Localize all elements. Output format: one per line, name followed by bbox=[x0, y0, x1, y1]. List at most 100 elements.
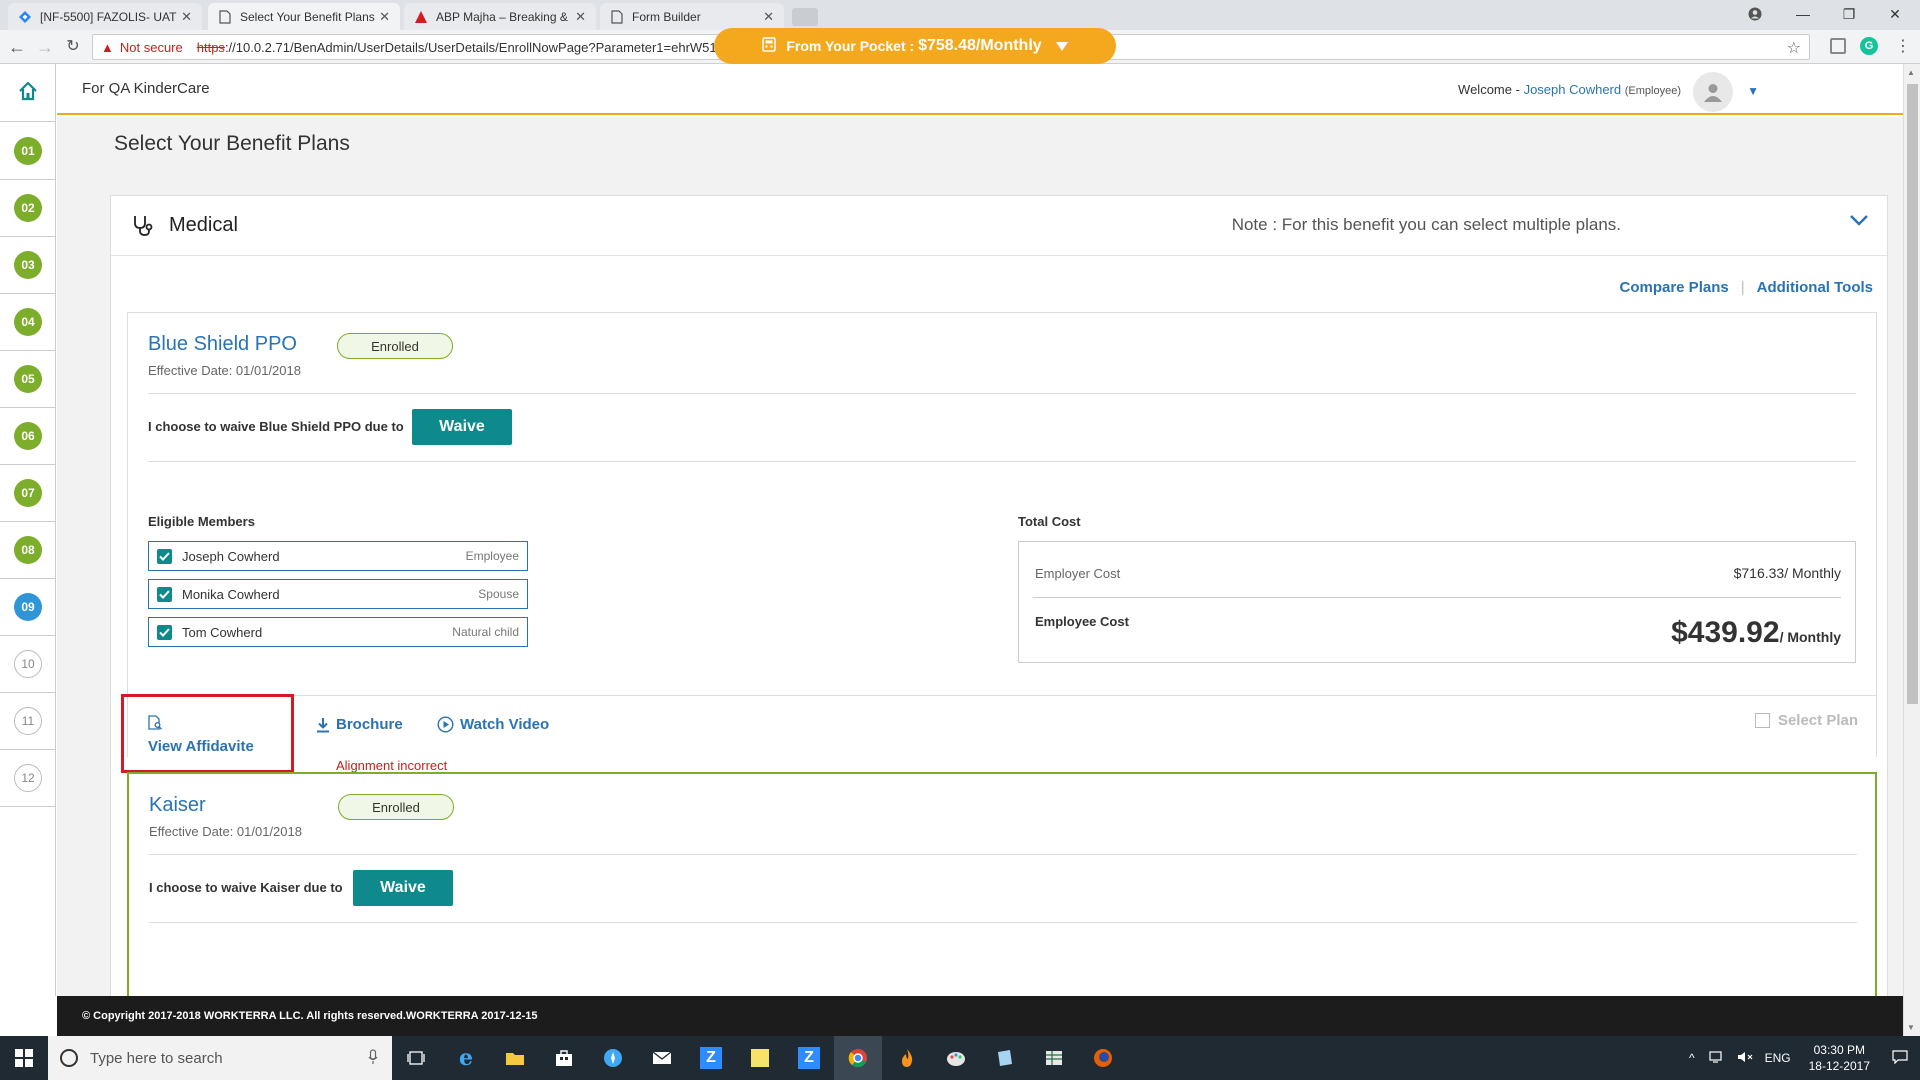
scroll-down-icon[interactable]: ▼ bbox=[1907, 1023, 1915, 1032]
browser-tab-benefit-plans[interactable]: Select Your Benefit Plans ✕ bbox=[208, 3, 400, 30]
zoom-z-icon[interactable]: Z bbox=[785, 1036, 833, 1080]
step-04[interactable]: 04 bbox=[0, 294, 56, 351]
welcome-label: Welcome - bbox=[1458, 82, 1520, 97]
chevron-down-icon[interactable] bbox=[1849, 214, 1869, 229]
close-icon[interactable]: ✕ bbox=[763, 9, 774, 25]
cost-box: Employer Cost $716.33/ Monthly Employee … bbox=[1018, 541, 1856, 663]
bookmark-star-icon[interactable]: ☆ bbox=[1787, 38, 1801, 58]
minimize-icon[interactable]: — bbox=[1780, 0, 1826, 28]
mail-icon[interactable] bbox=[638, 1036, 686, 1080]
view-affidavit-link[interactable]: View Affidavite bbox=[148, 738, 254, 755]
additional-tools-link[interactable]: Additional Tools bbox=[1757, 279, 1873, 296]
browser-tab-abp-majha[interactable]: ABP Majha – Breaking & ✕ bbox=[404, 3, 596, 30]
employer-cost-value: $716.33/ Monthly bbox=[1733, 565, 1841, 581]
start-button[interactable] bbox=[0, 1036, 48, 1080]
member-row[interactable]: Monika Cowherd Spouse bbox=[148, 579, 528, 609]
volume-mute-icon[interactable] bbox=[1737, 1051, 1753, 1066]
step-12[interactable]: 12 bbox=[0, 750, 56, 807]
browser-tab-form-builder[interactable]: Form Builder ✕ bbox=[600, 3, 784, 30]
new-tab-button[interactable] bbox=[792, 8, 818, 26]
store-icon[interactable] bbox=[540, 1036, 588, 1080]
step-01[interactable]: 01 bbox=[0, 123, 56, 180]
watch-video-link[interactable]: Watch Video bbox=[437, 716, 549, 733]
benefit-header[interactable]: Medical Note : For this benefit you can … bbox=[111, 196, 1887, 256]
checkbox-checked-icon[interactable] bbox=[157, 548, 172, 564]
reload-icon[interactable]: ↻ bbox=[62, 36, 84, 58]
user-name-link[interactable]: Joseph Cowherd bbox=[1524, 82, 1622, 97]
checkbox-checked-icon[interactable] bbox=[157, 624, 172, 640]
checkbox-checked-icon[interactable] bbox=[157, 586, 172, 602]
taskbar-search[interactable]: Type here to search bbox=[48, 1036, 392, 1080]
scroll-up-icon[interactable]: ▲ bbox=[1907, 68, 1915, 77]
sticky-notes-icon[interactable] bbox=[736, 1036, 784, 1080]
language-indicator[interactable]: ENG bbox=[1765, 1051, 1791, 1065]
avatar[interactable] bbox=[1693, 72, 1733, 112]
safari-compass-icon[interactable] bbox=[589, 1036, 637, 1080]
step-11[interactable]: 11 bbox=[0, 693, 56, 750]
spreadsheet-icon[interactable] bbox=[1030, 1036, 1078, 1080]
extension-icon[interactable] bbox=[1830, 38, 1846, 54]
restore-icon[interactable]: ❐ bbox=[1826, 0, 1872, 28]
pocket-cost-pill[interactable]: From Your Pocket : $758.48/Monthly bbox=[714, 28, 1116, 64]
waive-button[interactable]: Waive bbox=[412, 409, 512, 445]
member-row[interactable]: Joseph Cowherd Employee bbox=[148, 541, 528, 571]
chevron-up-icon[interactable]: ^ bbox=[1689, 1051, 1695, 1065]
step-02[interactable]: 02 bbox=[0, 180, 56, 237]
step-08[interactable]: 08 bbox=[0, 522, 56, 579]
microphone-icon[interactable] bbox=[368, 1049, 378, 1069]
window-close-icon[interactable]: ✕ bbox=[1872, 0, 1918, 28]
step-03[interactable]: 03 bbox=[0, 237, 56, 294]
profile-icon[interactable] bbox=[1732, 0, 1778, 28]
notepad-icon[interactable] bbox=[981, 1036, 1029, 1080]
checkbox-unchecked-icon[interactable] bbox=[1754, 713, 1770, 728]
paint-icon[interactable] bbox=[932, 1036, 980, 1080]
windows-taskbar: Type here to search e Z Z ^ ENG 03:30 PM… bbox=[0, 1036, 1920, 1080]
firefox-icon[interactable] bbox=[1079, 1036, 1127, 1080]
file-explorer-icon[interactable] bbox=[491, 1036, 539, 1080]
status-badge: Enrolled bbox=[337, 333, 453, 359]
chevron-down-icon[interactable]: ▼ bbox=[1747, 84, 1759, 98]
caret-down-icon bbox=[1055, 38, 1068, 54]
clock-time: 03:30 PM bbox=[1813, 1043, 1865, 1057]
step-number: 08 bbox=[14, 536, 42, 564]
flame-app-icon[interactable] bbox=[883, 1036, 931, 1080]
task-view-icon[interactable] bbox=[392, 1036, 440, 1080]
plan-name[interactable]: Blue Shield PPO bbox=[148, 333, 297, 356]
tab-label: Select Your Benefit Plans bbox=[240, 9, 375, 24]
step-07[interactable]: 07 bbox=[0, 465, 56, 522]
close-icon[interactable]: ✕ bbox=[181, 9, 192, 25]
play-circle-icon bbox=[437, 716, 454, 733]
step-05[interactable]: 05 bbox=[0, 351, 56, 408]
home-button[interactable] bbox=[0, 64, 56, 122]
step-09[interactable]: 09 bbox=[0, 579, 56, 636]
close-icon[interactable]: ✕ bbox=[379, 9, 390, 25]
step-number: 10 bbox=[14, 650, 42, 678]
plan-name[interactable]: Kaiser bbox=[149, 794, 206, 817]
back-arrow-icon[interactable]: ← bbox=[6, 36, 28, 58]
menu-dots-icon[interactable]: ⋮ bbox=[1895, 36, 1911, 56]
network-icon[interactable] bbox=[1708, 1050, 1725, 1066]
benefit-note: Note : For this benefit you can select m… bbox=[1231, 215, 1621, 234]
brochure-link[interactable]: Brochure bbox=[316, 716, 403, 733]
waive-button[interactable]: Waive bbox=[353, 870, 453, 906]
warning-triangle-icon: ▲ bbox=[101, 39, 114, 55]
page-title: Select Your Benefit Plans bbox=[114, 132, 350, 155]
vertical-scrollbar[interactable]: ▲ ▼ bbox=[1903, 64, 1920, 1036]
forward-arrow-icon[interactable]: → bbox=[34, 36, 56, 58]
select-plan-checkbox[interactable]: Select Plan bbox=[1754, 712, 1858, 729]
clock[interactable]: 03:30 PM 18-12-2017 bbox=[1795, 1042, 1884, 1074]
scroll-thumb[interactable] bbox=[1907, 84, 1918, 704]
close-icon[interactable]: ✕ bbox=[575, 9, 586, 25]
step-10[interactable]: 10 bbox=[0, 636, 56, 693]
internet-explorer-icon[interactable]: e bbox=[442, 1036, 490, 1080]
browser-tab-fazolis[interactable]: [NF-5500] FAZOLIS- UAT ✕ bbox=[8, 3, 202, 30]
member-name: Joseph Cowherd bbox=[182, 548, 280, 564]
step-06[interactable]: 06 bbox=[0, 408, 56, 465]
waive-text: I choose to waive Blue Shield PPO due to bbox=[148, 419, 404, 434]
chrome-icon[interactable] bbox=[834, 1036, 882, 1080]
zoom-z-icon[interactable]: Z bbox=[687, 1036, 735, 1080]
member-row[interactable]: Tom Cowherd Natural child bbox=[148, 617, 528, 647]
compare-plans-link[interactable]: Compare Plans bbox=[1620, 279, 1729, 296]
grammarly-icon[interactable]: G bbox=[1860, 37, 1878, 55]
notification-icon[interactable] bbox=[1892, 1049, 1908, 1067]
